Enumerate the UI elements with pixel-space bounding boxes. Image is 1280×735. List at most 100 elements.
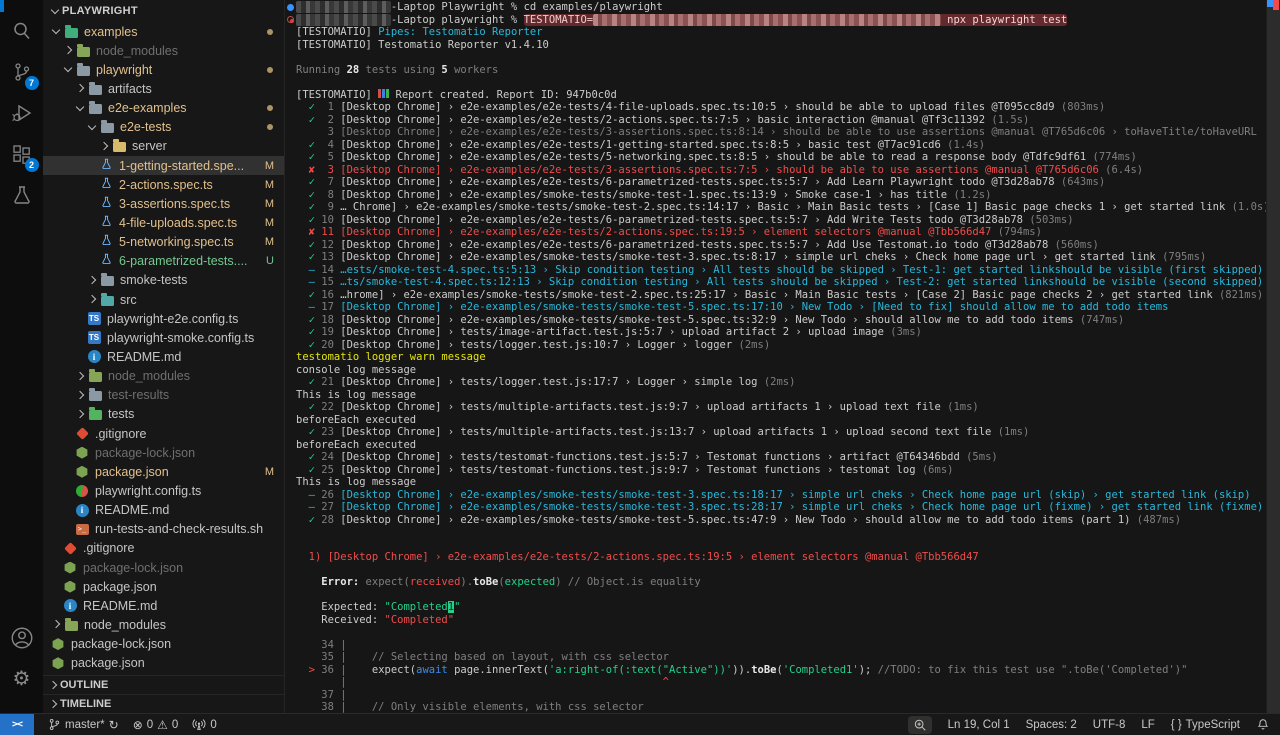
tree-item[interactable]: e2e-examples: [43, 99, 284, 118]
tree-item[interactable]: .gitignore: [43, 424, 284, 443]
tree-item-label: README.md: [95, 503, 169, 517]
tree-item[interactable]: TSplaywright-smoke.config.ts: [43, 328, 284, 347]
search-icon[interactable]: [6, 16, 38, 46]
tree-item-label: package.json: [95, 465, 169, 479]
tree-item[interactable]: test-results: [43, 386, 284, 405]
activity-bar: 7 2 ⚙: [0, 0, 43, 713]
terminal-line: [TESTOMATIO] Pipes: Testomatio Reporter: [296, 26, 1266, 39]
settings-gear-icon[interactable]: ⚙: [6, 664, 38, 694]
tree-item[interactable]: >_run-tests-and-check-results.sh: [43, 520, 284, 539]
branch-indicator[interactable]: master* ↻: [48, 718, 119, 731]
run-debug-icon[interactable]: [6, 98, 38, 128]
source-control-icon[interactable]: 7: [6, 57, 38, 87]
remote-indicator[interactable]: ><: [0, 714, 34, 735]
zoom-in-icon: [913, 718, 927, 732]
terminal-line: [296, 626, 1266, 639]
pw-icon: [74, 483, 90, 499]
folder-icon: [87, 81, 103, 97]
tree-item-label: package-lock.json: [83, 561, 183, 575]
timeline-label: TIMELINE: [60, 698, 111, 710]
timeline-section[interactable]: TIMELINE: [43, 694, 284, 713]
tree-item[interactable]: package-lock.json: [43, 558, 284, 577]
git-status-badge: M: [265, 160, 274, 172]
tree-item[interactable]: 5-networking.spec.tsM: [43, 233, 284, 252]
npm-icon: [50, 636, 66, 652]
tree-item[interactable]: package-lock.json: [43, 635, 284, 654]
bell-icon: [1256, 718, 1270, 732]
tree-item[interactable]: 4-file-uploads.spec.tsM: [43, 213, 284, 232]
outline-section[interactable]: OUTLINE: [43, 675, 284, 694]
tree-item[interactable]: server: [43, 137, 284, 156]
zoom-button[interactable]: [908, 716, 932, 734]
cursor-position[interactable]: Ln 19, Col 1: [948, 719, 1010, 731]
errors-count: 0: [147, 719, 153, 731]
command-error-decoration-icon: [287, 16, 294, 23]
indentation-setting[interactable]: Spaces: 2: [1026, 719, 1077, 731]
tree-item[interactable]: src: [43, 290, 284, 309]
chevron-right-icon: [86, 293, 99, 306]
tree-item-label: run-tests-and-check-results.sh: [95, 522, 263, 536]
tree-item[interactable]: playwright: [43, 60, 284, 79]
language-mode[interactable]: { } TypeScript: [1171, 719, 1240, 731]
ts-icon: TS: [86, 311, 102, 327]
tree-item[interactable]: iREADME.md: [43, 501, 284, 520]
source-control-badge: 7: [25, 76, 39, 90]
tree-item[interactable]: node_modules: [43, 367, 284, 386]
notifications-bell[interactable]: [1256, 718, 1270, 732]
tree-item[interactable]: package-lock.json: [43, 443, 284, 462]
chevron-down-icon: [62, 63, 75, 76]
flask-icon: [98, 234, 114, 250]
tree-item-label: 4-file-uploads.spec.ts: [119, 216, 237, 230]
tree-item[interactable]: playwright.config.ts: [43, 481, 284, 500]
tree-item[interactable]: 6-parametrized-tests....U: [43, 252, 284, 271]
tree-item[interactable]: package.json: [43, 577, 284, 596]
terminal-line: ✓ 4 [Desktop Chrome] › e2e-examples/e2e-…: [296, 139, 1266, 152]
testing-icon[interactable]: [6, 180, 38, 210]
tree-item[interactable]: tests: [43, 405, 284, 424]
account-icon[interactable]: [6, 623, 38, 653]
tree-item[interactable]: examples: [43, 22, 284, 41]
eol-setting[interactable]: LF: [1141, 719, 1154, 731]
extensions-badge: 2: [25, 158, 39, 172]
terminal-line: [296, 539, 1266, 552]
chevron-right-icon: [74, 370, 87, 383]
tree-item[interactable]: iREADME.md: [43, 596, 284, 615]
encoding-setting[interactable]: UTF-8: [1093, 719, 1126, 731]
tree-item[interactable]: TSplaywright-e2e.config.ts: [43, 309, 284, 328]
ports-indicator[interactable]: 0: [192, 718, 216, 732]
tree-item-label: playwright: [96, 63, 152, 77]
git-status-badge: M: [265, 198, 274, 210]
tree-item[interactable]: 2-actions.spec.tsM: [43, 175, 284, 194]
tree-item[interactable]: smoke-tests: [43, 271, 284, 290]
tree-item[interactable]: node_modules: [43, 615, 284, 634]
tree-item[interactable]: package.json: [43, 654, 284, 673]
tree-item-label: node_modules: [108, 369, 190, 383]
vscode-window: 7 2 ⚙ PLAYWRIGHT examplesnode_modulespla…: [0, 0, 1280, 735]
tree-item[interactable]: node_modules: [43, 41, 284, 60]
tree-item[interactable]: artifacts: [43, 79, 284, 98]
problems-indicator[interactable]: ⊗ 0 ⚠ 0: [133, 719, 179, 731]
terminal-line: – 26 [Desktop Chrome] › e2e-examples/smo…: [296, 489, 1266, 502]
tree-item[interactable]: package.jsonM: [43, 462, 284, 481]
terminal-line: [TESTOMATIO] Testomatio Reporter v1.4.10: [296, 39, 1266, 52]
terminal-panel[interactable]: -Laptop Playwright % cd examples/playwri…: [285, 0, 1280, 713]
tree-item[interactable]: e2e-tests: [43, 118, 284, 137]
folder-server-icon: [111, 138, 127, 154]
terminal-line: ✘ 3 [Desktop Chrome] › e2e-examples/e2e-…: [296, 164, 1266, 177]
tree-item[interactable]: 1-getting-started.spe...M: [43, 156, 284, 175]
explorer-section-header[interactable]: PLAYWRIGHT: [43, 0, 284, 22]
npm-icon: [50, 655, 66, 671]
terminal-scrollbar[interactable]: [1266, 0, 1280, 713]
terminal-line: ✓ 23 [Desktop Chrome] › tests/multiple-a…: [296, 426, 1266, 439]
folder-node-icon: [87, 368, 103, 384]
chevron-right-icon: [47, 679, 60, 692]
tree-item[interactable]: .gitignore: [43, 539, 284, 558]
tree-item[interactable]: iREADME.md: [43, 347, 284, 366]
terminal-line: [TESTOMATIO] Report created. Report ID: …: [296, 89, 1266, 102]
git-modified-dot-icon: [267, 29, 273, 35]
tree-item-label: 5-networking.spec.ts: [119, 235, 234, 249]
extensions-icon[interactable]: 2: [6, 139, 38, 169]
tree-item[interactable]: 3-assertions.spec.tsM: [43, 194, 284, 213]
git-status-badge: M: [265, 179, 274, 191]
tree-item-label: package-lock.json: [95, 446, 195, 460]
